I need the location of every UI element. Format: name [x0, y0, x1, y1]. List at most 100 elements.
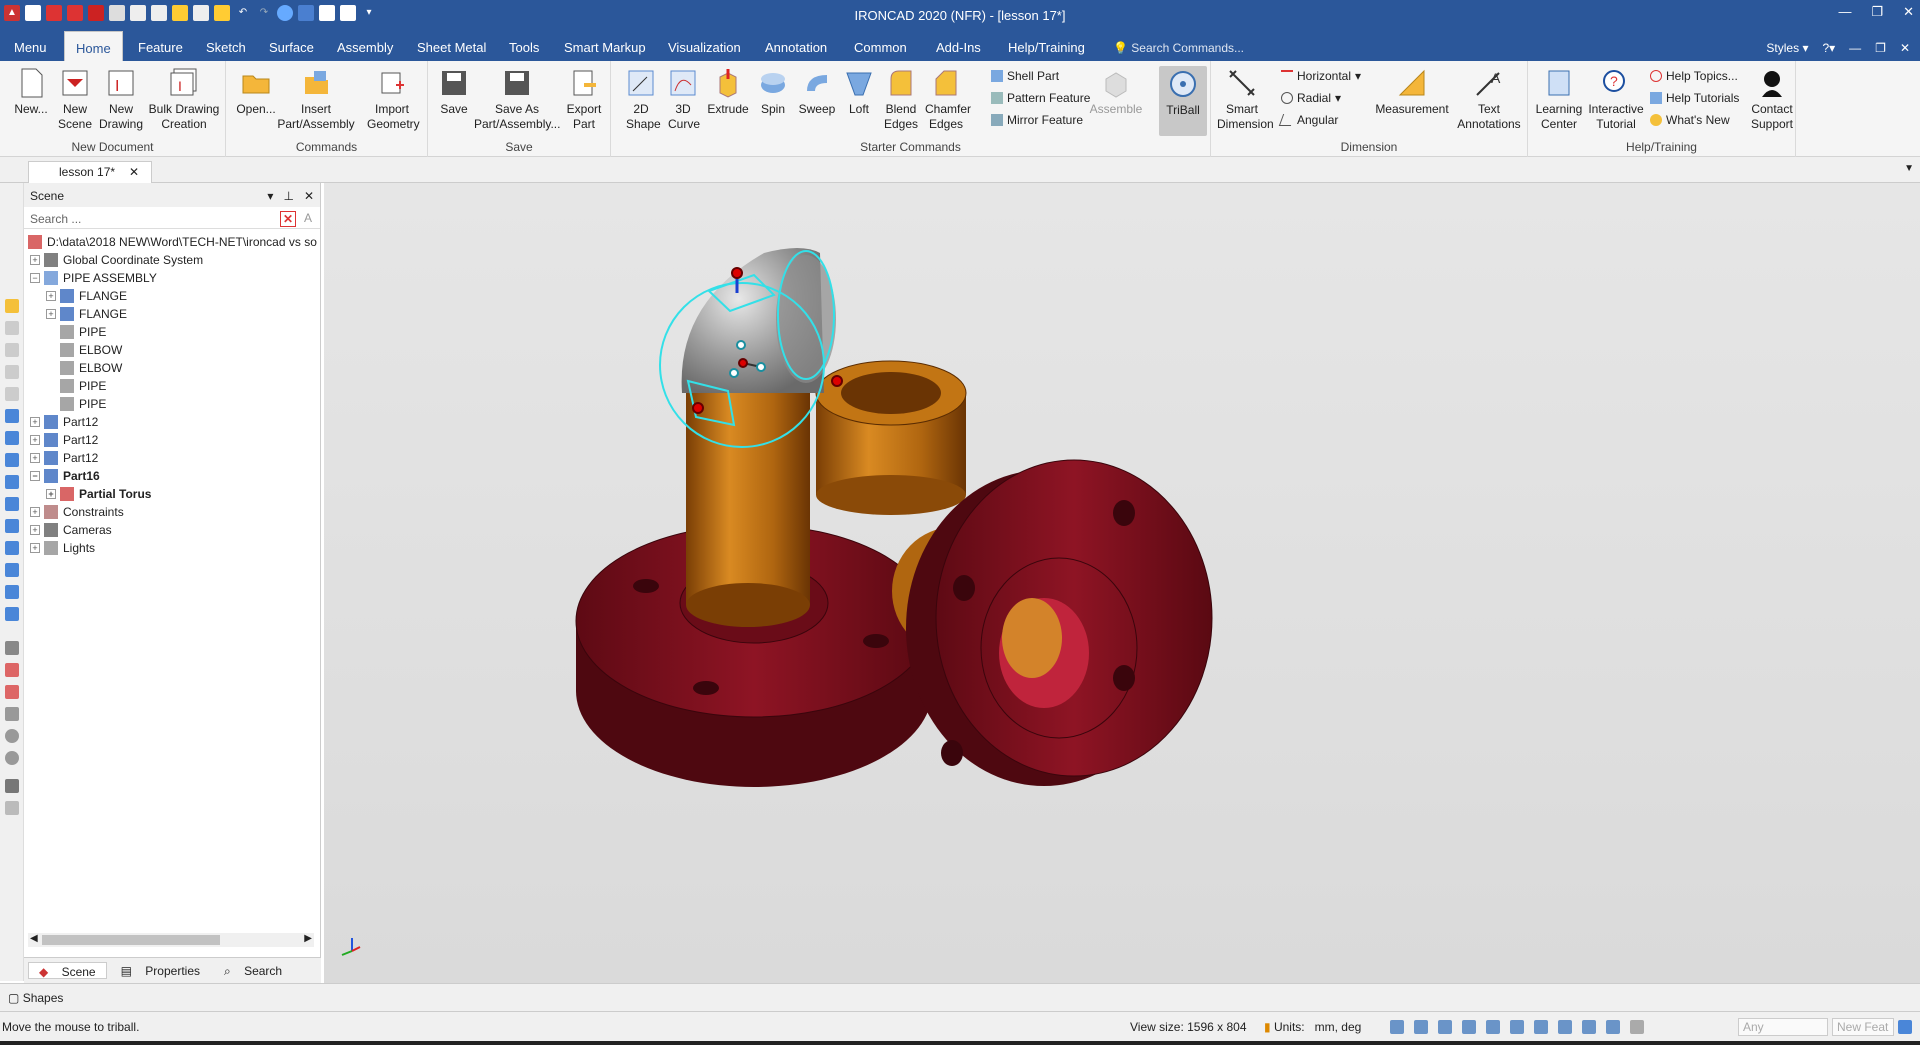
assemble-button[interactable]: Assemble — [1089, 67, 1143, 117]
render-icon[interactable] — [1462, 1020, 1476, 1034]
selection-filter-select[interactable]: Any — [1738, 1018, 1828, 1036]
orbit-icon[interactable] — [1510, 1020, 1524, 1034]
expand-icon[interactable]: + — [30, 543, 40, 553]
blend-edges-button[interactable]: Blend Edges — [881, 67, 921, 132]
document-tab[interactable]: lesson 17* ✕ — [28, 161, 153, 183]
collapse-icon[interactable]: − — [30, 273, 40, 283]
select-cursor-icon[interactable] — [1630, 1020, 1644, 1034]
triball-button[interactable]: TriBall — [1159, 66, 1207, 136]
tool-icon[interactable] — [4, 707, 19, 721]
tab-tools[interactable]: Tools — [507, 31, 541, 61]
3d-viewport[interactable] — [324, 183, 1920, 983]
new-scene-button[interactable]: New Scene — [54, 67, 96, 132]
tab-menu[interactable]: Menu — [12, 31, 49, 61]
units-indicator[interactable]: ▮ Units: mm, deg — [1264, 1020, 1361, 1034]
tree-item[interactable]: + Global Coordinate System — [28, 251, 318, 269]
dropdown-icon[interactable]: ▾ — [267, 189, 273, 203]
sphere-icon[interactable] — [4, 475, 19, 489]
light-icon[interactable] — [1606, 1020, 1620, 1034]
tab-sheet-metal[interactable]: Sheet Metal — [415, 31, 488, 61]
tree-item[interactable]: ELBOW — [28, 341, 318, 359]
ribbon-minimize-icon[interactable]: — — [1849, 41, 1861, 55]
tree-item[interactable]: PIPE — [28, 395, 318, 413]
sweep-button[interactable]: Sweep — [797, 67, 837, 117]
expand-icon[interactable]: + — [30, 507, 40, 517]
tree-item[interactable]: − PIPE ASSEMBLY — [28, 269, 318, 287]
2d-shape-button[interactable]: 2D Shape — [621, 67, 661, 132]
sketch-tool-icon[interactable] — [4, 299, 19, 313]
help-topics-button[interactable]: Help Topics... — [1650, 69, 1738, 83]
minimize-icon[interactable]: — — [1838, 4, 1851, 20]
status-extra-icon[interactable] — [1898, 1020, 1912, 1034]
text-tool-icon[interactable] — [4, 779, 19, 793]
tree-item[interactable]: PIPE — [28, 323, 318, 341]
mirror-feature-button[interactable]: Mirror Feature — [991, 113, 1083, 127]
expand-icon[interactable]: + — [30, 417, 40, 427]
view-icon[interactable] — [1438, 1020, 1452, 1034]
tree-item[interactable]: ELBOW — [28, 359, 318, 377]
new-drawing-button[interactable]: I New Drawing — [98, 67, 144, 132]
expand-icon[interactable]: + — [30, 525, 40, 535]
close-panel-icon[interactable]: ✕ — [304, 189, 314, 203]
text-annotations-button[interactable]: A Text Annotations — [1455, 67, 1523, 132]
expand-icon[interactable]: + — [30, 255, 40, 265]
3d-curve-button[interactable]: 3D Curve — [665, 67, 701, 132]
scroll-left-icon[interactable]: ◀ — [30, 933, 38, 944]
cylinder-icon[interactable] — [4, 431, 19, 445]
collapse-icon[interactable]: − — [30, 471, 40, 481]
search-options-icon[interactable]: A — [300, 211, 316, 227]
import-geometry-button[interactable]: Import Geometry — [362, 67, 422, 132]
tree-item[interactable]: D:\data\2018 NEW\Word\TECH-NET\ironcad v… — [28, 233, 318, 251]
tab-feature[interactable]: Feature — [136, 31, 185, 61]
insert-part-button[interactable]: Insert Part/Assembly — [276, 67, 356, 132]
styles-dropdown[interactable]: Styles ▾ — [1766, 41, 1808, 55]
smart-dimension-button[interactable]: Smart Dimension — [1217, 67, 1274, 132]
restore-icon[interactable]: ❐ — [1871, 4, 1883, 20]
line-tool-icon[interactable] — [4, 641, 19, 655]
tool-icon[interactable] — [4, 685, 19, 699]
close-icon[interactable]: ✕ — [1903, 4, 1914, 20]
tree-item[interactable]: + Part12 — [28, 449, 318, 467]
expand-icon[interactable]: + — [46, 291, 56, 301]
shade-icon[interactable] — [1558, 1020, 1572, 1034]
radial-dimension-button[interactable]: Radial ▾ — [1281, 91, 1341, 105]
save-as-button[interactable]: Save As Part/Assembly... — [474, 67, 560, 132]
measurement-button[interactable]: Measurement — [1373, 67, 1451, 117]
save-button[interactable]: Save — [434, 67, 474, 117]
horizontal-dimension-button[interactable]: Horizontal ▾ — [1281, 69, 1361, 83]
tool-icon[interactable] — [4, 801, 19, 815]
new-feature-select[interactable]: New Feat — [1832, 1018, 1894, 1036]
export-part-button[interactable]: Export Part — [562, 67, 606, 132]
shape-icon[interactable] — [4, 563, 19, 577]
tree-item[interactable]: + FLANGE — [28, 305, 318, 323]
tool-icon[interactable] — [4, 343, 19, 357]
tab-surface[interactable]: Surface — [267, 31, 316, 61]
tree-item[interactable]: + Cameras — [28, 521, 318, 539]
tree-item[interactable]: + Partial Torus — [28, 485, 318, 503]
rect-tool-icon[interactable] — [4, 663, 19, 677]
help-icon[interactable]: ?▾ — [1822, 41, 1835, 55]
tool-icon[interactable] — [4, 321, 19, 335]
spin-button[interactable]: Spin — [753, 67, 793, 117]
whats-new-button[interactable]: What's New — [1650, 113, 1730, 127]
extrude-button[interactable]: Extrude — [705, 67, 751, 117]
chamfer-edges-button[interactable]: Chamfer Edges — [925, 67, 971, 132]
shapes-bar[interactable]: ▢ Shapes — [0, 983, 1920, 1011]
scroll-right-icon[interactable]: ▶ — [304, 933, 312, 944]
ribbon-close-icon[interactable]: ✕ — [1900, 41, 1910, 55]
section-icon[interactable] — [1582, 1020, 1596, 1034]
tab-smart-markup[interactable]: Smart Markup — [562, 31, 648, 61]
tab-visualization[interactable]: Visualization — [666, 31, 743, 61]
pin-icon[interactable]: ⊥ — [283, 189, 293, 203]
bulk-drawing-button[interactable]: I Bulk Drawing Creation — [146, 67, 222, 132]
close-tab-icon[interactable]: ✕ — [129, 165, 139, 179]
circle-tool-icon[interactable] — [4, 729, 19, 743]
clear-search-icon[interactable]: ✕ — [280, 211, 296, 227]
tab-help-training[interactable]: Help/Training — [1006, 31, 1087, 61]
block-icon[interactable] — [4, 409, 19, 423]
tab-home[interactable]: Home — [64, 31, 123, 61]
learning-center-button[interactable]: Learning Center — [1534, 67, 1584, 132]
cone-icon[interactable] — [4, 453, 19, 467]
ribbon-restore-icon[interactable]: ❐ — [1875, 41, 1886, 55]
expand-icon[interactable]: + — [46, 309, 56, 319]
